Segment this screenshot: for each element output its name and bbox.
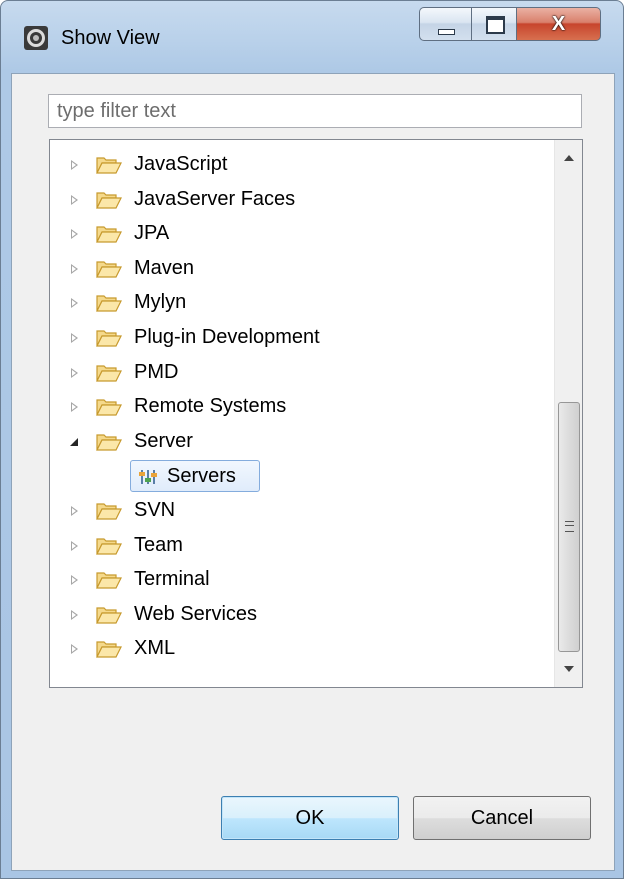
tree-item-label: JPA: [134, 222, 170, 245]
selected-view-item[interactable]: Servers: [130, 460, 260, 493]
collapsed-triangle-icon[interactable]: [71, 644, 78, 655]
scroll-up-arrow[interactable]: [564, 155, 574, 161]
tree-item-label: PMD: [134, 360, 179, 383]
tree-item-label: JavaScript: [134, 153, 228, 175]
tree-item-label: JavaServer Faces: [134, 187, 296, 210]
tree-item-label: Remote Systems: [134, 395, 287, 418]
collapsed-triangle-icon[interactable]: [71, 506, 78, 516]
scrollbar-thumb[interactable]: [558, 402, 580, 652]
folder-icon: [96, 397, 122, 417]
collapsed-triangle-icon[interactable]: [71, 160, 78, 170]
folder-icon: [96, 293, 122, 313]
tree-item[interactable]: JPA: [50, 217, 550, 251]
tree-item-label: Mylyn: [134, 291, 187, 314]
vertical-scrollbar[interactable]: [554, 140, 582, 687]
tree-item-label: Terminal: [134, 568, 210, 591]
show-view-dialog: Show View X JavaScript JavaServer Faces JP…: [0, 0, 624, 879]
tree-item[interactable]: Server: [50, 425, 550, 459]
tree-item[interactable]: JavaScript: [50, 148, 550, 182]
collapsed-triangle-icon[interactable]: [71, 229, 78, 240]
tree-item-label: Maven: [134, 256, 195, 279]
folder-icon: [96, 605, 122, 625]
folder-icon: [96, 190, 122, 210]
tree-item[interactable]: PMD: [50, 356, 550, 390]
folder-icon: [96, 639, 122, 659]
folder-icon: [96, 536, 122, 556]
tree-item[interactable]: Remote Systems: [50, 390, 550, 424]
tree-item[interactable]: Maven: [50, 252, 550, 286]
folder-icon: [96, 363, 122, 383]
folder-icon: [96, 570, 122, 590]
tree-item[interactable]: JavaServer Faces: [50, 183, 550, 217]
tree-item-label: Team: [134, 533, 183, 556]
scroll-down-arrow[interactable]: [564, 666, 574, 672]
minimize-button[interactable]: [419, 7, 471, 41]
tree-item[interactable]: Mylyn: [50, 286, 550, 320]
tree-item-label: Web Services: [134, 602, 258, 625]
collapsed-triangle-icon[interactable]: [71, 540, 78, 551]
folder-icon: [96, 224, 122, 244]
ok-button[interactable]: OK: [221, 796, 399, 840]
dialog-body: JavaScript JavaServer Faces JPA Maven Mylyn P…: [11, 73, 615, 871]
folder-icon: [96, 501, 122, 521]
views-tree[interactable]: JavaScript JavaServer Faces JPA Maven Mylyn P…: [49, 139, 583, 688]
tree-item[interactable]: Terminal: [50, 563, 550, 597]
servers-icon: [139, 467, 159, 487]
tree-item-label: Server: [134, 429, 193, 452]
folder-icon: [96, 432, 122, 452]
tree-item-label: Plug-in Development: [134, 326, 320, 348]
tree-item-label: XML: [134, 637, 176, 660]
grip-icon: [565, 521, 574, 532]
collapsed-triangle-icon[interactable]: [71, 333, 78, 343]
close-icon: X: [551, 12, 566, 35]
collapsed-triangle-icon[interactable]: [71, 298, 78, 309]
tree-item[interactable]: Web Services: [50, 598, 550, 632]
tree-item[interactable]: Team: [50, 529, 550, 563]
caption-buttons: X: [419, 7, 601, 43]
collapsed-triangle-icon[interactable]: [71, 609, 78, 620]
title-bar[interactable]: Show View X: [1, 1, 623, 73]
folder-icon: [96, 155, 122, 175]
tree-leaf-label: Servers: [167, 465, 236, 488]
folder-icon: [96, 259, 122, 279]
cancel-button[interactable]: Cancel: [413, 796, 591, 840]
tree-item-label: SVN: [134, 499, 176, 521]
maximize-button[interactable]: [471, 7, 517, 41]
collapsed-triangle-icon[interactable]: [71, 194, 78, 205]
tree-item[interactable]: Plug-in Development: [50, 321, 550, 355]
tree-item[interactable]: XML: [50, 632, 550, 666]
filter-input[interactable]: [48, 94, 582, 128]
expanded-triangle-icon[interactable]: [70, 437, 78, 446]
tree-item[interactable]: SVN: [50, 494, 550, 528]
tree-leaf-item[interactable]: Servers: [50, 459, 550, 493]
collapsed-triangle-icon[interactable]: [71, 263, 78, 274]
collapsed-triangle-icon[interactable]: [71, 402, 78, 413]
collapsed-triangle-icon[interactable]: [71, 367, 78, 378]
eclipse-icon: [23, 25, 49, 51]
dialog-title: Show View: [61, 27, 160, 49]
close-button[interactable]: X: [517, 7, 601, 41]
folder-icon: [96, 328, 122, 348]
collapsed-triangle-icon[interactable]: [71, 575, 78, 586]
